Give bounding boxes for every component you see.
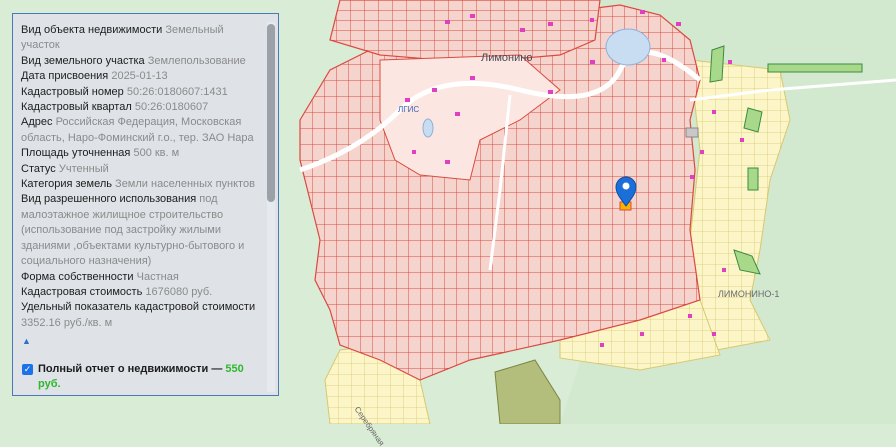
- full-report-text: Полный отчет о недвижимости —: [38, 362, 226, 375]
- info-key: Удельный показатель кадастровой стоимост…: [21, 301, 256, 314]
- info-value: Учтенный: [58, 162, 109, 175]
- info-row: Кадастровый номер 50:26:0180607:1431: [21, 85, 265, 100]
- info-row: Вид разрешенного использования под малоэ…: [21, 192, 265, 269]
- info-row: Вид земельного участка Землепользование: [21, 54, 265, 69]
- info-row: Категория земель Земли населенных пункто…: [21, 177, 265, 192]
- info-key: Площадь уточненная: [21, 147, 131, 160]
- info-value: Частная: [136, 270, 179, 283]
- info-row: Статус Учтенный: [21, 162, 265, 177]
- info-key: Дата присвоения: [21, 70, 109, 83]
- pond: [605, 28, 651, 66]
- info-value: 2025-01-13: [111, 70, 168, 83]
- green-parcel: [767, 63, 863, 73]
- info-row: Площадь уточненная 500 кв. м: [21, 146, 265, 161]
- place-label-2: ЛИМОНИНО-1: [718, 289, 780, 299]
- info-value: 3352.16 руб./кв. м: [21, 316, 113, 329]
- info-row: Кадастровая стоимость 1676080 руб.: [21, 285, 265, 300]
- info-value: Землепользование: [147, 54, 246, 67]
- info-key: Вид разрешенного использования: [21, 193, 197, 206]
- info-value: 50:26:0180607: [134, 101, 209, 114]
- info-value: 500 кв. м: [133, 147, 180, 160]
- info-key: Кадастровый квартал: [21, 101, 132, 114]
- info-value: Земли населенных пунктов: [115, 178, 255, 191]
- info-key: Вид объекта недвижимости: [21, 24, 163, 36]
- utility-block: [685, 127, 699, 138]
- property-info-panel[interactable]: Вид объекта недвижимости Земельный участ…: [12, 13, 279, 396]
- green-parcel: [747, 167, 759, 191]
- info-key: Форма собственности: [21, 270, 134, 283]
- info-row: Адрес Российская Федерация, Московская о…: [21, 115, 265, 146]
- info-key: Кадастровый номер: [21, 85, 124, 98]
- parcel-area-north: [329, 0, 601, 61]
- scrollbar-thumb[interactable]: [267, 24, 275, 202]
- green-parcel: [709, 45, 725, 83]
- full-report-label: Полный отчет о недвижимости — 550 руб.: [38, 362, 265, 392]
- property-info-content: Вид объекта недвижимости Земельный участ…: [21, 23, 265, 395]
- info-value: Российская Федерация, Московская область…: [21, 116, 254, 144]
- pond-small: [422, 118, 434, 138]
- collapse-icon[interactable]: ▲: [22, 334, 265, 349]
- info-key: Статус: [21, 162, 56, 175]
- full-report-option[interactable]: ✓ Полный отчет о недвижимости — 550 руб.: [21, 362, 265, 392]
- info-value: 1676080 руб.: [145, 285, 213, 298]
- place-label: Лимонино: [481, 52, 533, 64]
- info-row: Дата присвоения 2025-01-13: [21, 69, 265, 84]
- info-key: Вид земельного участка: [21, 54, 145, 67]
- info-row: Вид объекта недвижимости Земельный участ…: [21, 23, 265, 54]
- info-row: Кадастровый квартал 50:26:0180607: [21, 100, 265, 115]
- full-report-checkbox[interactable]: ✓: [22, 363, 33, 375]
- info-row: Форма собственности Частная: [21, 270, 265, 285]
- info-key: Категория земель: [21, 178, 112, 191]
- info-value: 50:26:0180607:1431: [126, 85, 228, 98]
- info-row: Удельный показатель кадастровой стоимост…: [21, 300, 265, 331]
- info-key: Адрес: [21, 116, 53, 129]
- info-key: Кадастровая стоимость: [21, 285, 143, 298]
- small-map-label: ЛГИС: [398, 105, 420, 114]
